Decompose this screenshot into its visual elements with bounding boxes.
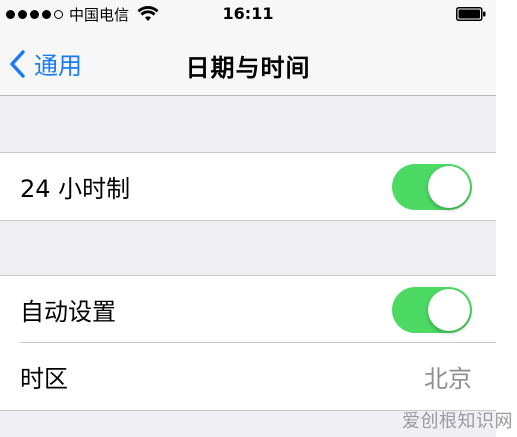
right-margin xyxy=(496,0,517,437)
auto-time-group: 自动设置 时区 北京 xyxy=(0,275,496,411)
timezone-value: 北京 xyxy=(424,365,472,393)
status-time: 16:11 xyxy=(222,4,274,23)
24-hour-row: 24 小时制 xyxy=(0,153,496,220)
toggle-knob xyxy=(428,288,470,331)
settings-screen: 中国电信 16:11 通用 日期与时间 24 小时制 自动设置 时区 北京 xyxy=(0,0,496,437)
auto-set-toggle[interactable] xyxy=(392,286,472,333)
watermark: 爱创根知识网 xyxy=(402,411,513,432)
clock-format-group: 24 小时制 xyxy=(0,152,496,221)
auto-set-row: 自动设置 xyxy=(0,276,496,343)
24-hour-toggle[interactable] xyxy=(392,163,472,210)
page-title: 日期与时间 xyxy=(185,54,311,82)
toggle-knob xyxy=(428,165,470,208)
timezone-label: 时区 xyxy=(20,365,68,393)
status-bar: 中国电信 16:11 xyxy=(0,0,496,28)
auto-set-label: 自动设置 xyxy=(20,298,116,326)
24-hour-label: 24 小时制 xyxy=(20,175,131,203)
timezone-row[interactable]: 时区 北京 xyxy=(0,343,496,410)
battery-icon xyxy=(456,7,486,21)
navigation-bar: 通用 日期与时间 xyxy=(0,28,496,96)
